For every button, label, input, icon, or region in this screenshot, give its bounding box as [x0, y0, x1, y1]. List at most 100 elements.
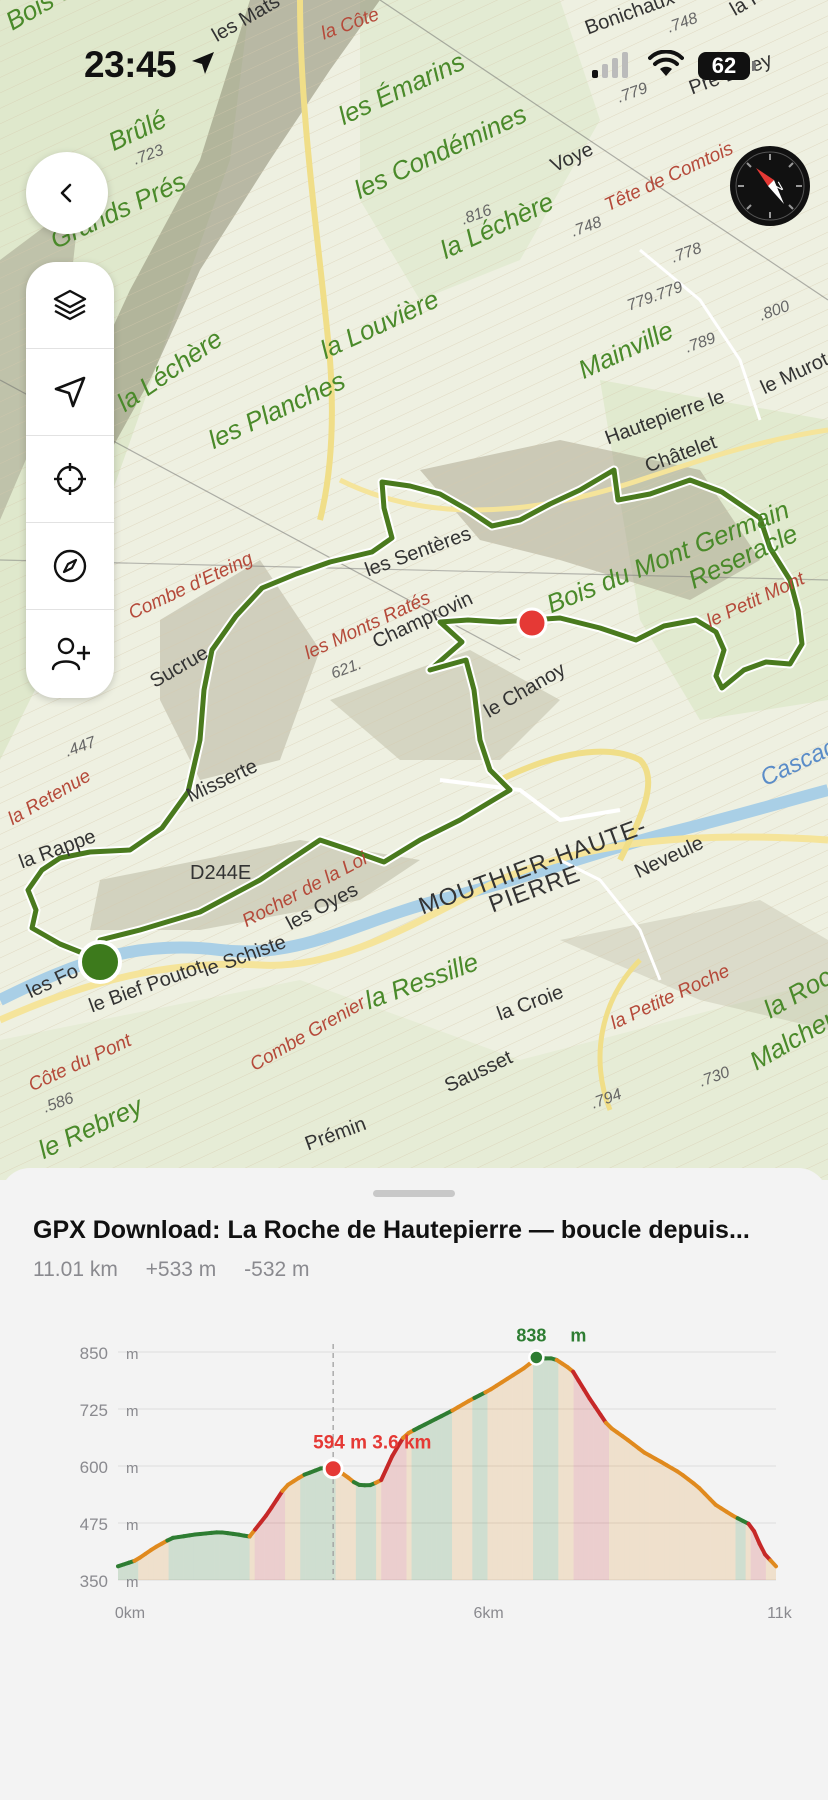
slope-band	[234, 1534, 240, 1580]
slope-band	[183, 1535, 189, 1580]
slope-band	[360, 1485, 367, 1580]
slope-band	[290, 1481, 296, 1580]
crosshair-icon	[54, 463, 86, 495]
slope-band	[219, 1532, 225, 1580]
chart-y-ticks: 850 m 725 m 600 m 475 m 350 m	[80, 1344, 139, 1591]
status-time: 23:45	[84, 44, 177, 85]
max-elevation-marker[interactable]	[528, 1349, 545, 1366]
slope-band	[396, 1444, 402, 1580]
slope-band	[517, 1370, 523, 1580]
slope-band	[173, 1537, 179, 1580]
slope-band	[548, 1358, 554, 1580]
location-arrow-icon	[192, 52, 214, 74]
slope-band	[710, 1501, 716, 1580]
slope-band	[614, 1431, 620, 1580]
slope-band	[588, 1401, 594, 1580]
slope-band	[553, 1359, 559, 1580]
slope-band	[477, 1395, 483, 1580]
slope-band	[568, 1369, 574, 1580]
slope-band	[649, 1456, 655, 1580]
slope-band	[695, 1486, 701, 1580]
slope-band	[264, 1513, 270, 1580]
slope-band	[340, 1474, 346, 1580]
slope-band	[578, 1384, 584, 1580]
battery-cap	[752, 61, 756, 71]
add-contact-button[interactable]	[26, 610, 114, 697]
slope-band	[163, 1541, 169, 1580]
slope-band	[563, 1366, 569, 1580]
map-view[interactable]: Bois de Houteles Matsla CôteBonichauxla …	[0, 0, 828, 1180]
slope-band	[371, 1483, 377, 1580]
slope-band	[705, 1496, 711, 1580]
slope-band	[285, 1485, 291, 1580]
slope-band	[472, 1397, 478, 1580]
north-compass-icon: N	[735, 151, 805, 221]
slope-band	[229, 1533, 235, 1580]
elevation-profile-chart[interactable]: 850 m 725 m 600 m 475 m 350 m 0km 6km 11k 594 m 3.6…	[0, 1316, 828, 1800]
slope-band	[624, 1439, 630, 1580]
chevron-left-icon	[60, 183, 72, 203]
track-distance: 11.01 km	[33, 1258, 118, 1281]
back-button[interactable]	[26, 152, 108, 234]
layers-button[interactable]	[26, 262, 114, 349]
slope-band	[659, 1462, 665, 1580]
slope-band	[593, 1408, 599, 1580]
current-position-marker[interactable]	[516, 607, 548, 639]
map-compass-button[interactable]: N	[730, 146, 810, 226]
wifi-icon	[648, 50, 684, 76]
position-marker-label: 594 m 3.6 km	[313, 1433, 431, 1454]
slope-band	[274, 1498, 280, 1580]
slope-band	[689, 1482, 696, 1580]
track-start-marker[interactable]	[78, 940, 122, 984]
y-tick-label: 475	[80, 1515, 108, 1534]
slope-band	[401, 1436, 407, 1580]
sheet-grabber[interactable]	[373, 1190, 455, 1197]
track-details-sheet[interactable]: GPX Download: La Roche de Hautepierre — …	[0, 1168, 828, 1800]
slope-band	[533, 1359, 539, 1580]
slope-band	[168, 1538, 174, 1580]
slope-band	[158, 1544, 164, 1580]
slope-band	[669, 1468, 675, 1580]
slope-band	[507, 1376, 513, 1580]
slope-band	[178, 1536, 184, 1580]
y-tick-unit: m	[126, 1574, 139, 1591]
slope-band	[603, 1423, 609, 1580]
y-tick-unit: m	[126, 1460, 139, 1477]
slope-band	[487, 1389, 493, 1580]
compass-mode-button[interactable]	[26, 523, 114, 610]
slope-band	[629, 1443, 635, 1580]
slope-band	[335, 1471, 341, 1580]
slope-band	[381, 1474, 387, 1580]
slope-band	[598, 1416, 604, 1580]
locate-me-button[interactable]	[26, 436, 114, 523]
slope-band	[447, 1411, 453, 1580]
slope-band	[467, 1400, 473, 1580]
slope-band	[259, 1520, 265, 1580]
max-elevation-label: 838	[516, 1325, 546, 1345]
slope-band	[204, 1533, 210, 1580]
slope-band	[269, 1506, 275, 1580]
slope-band	[583, 1393, 589, 1580]
slope-band	[502, 1380, 508, 1580]
y-tick-label: 850	[80, 1344, 108, 1363]
slope-band	[188, 1535, 194, 1580]
y-tick-unit: m	[126, 1517, 139, 1534]
slope-band	[457, 1406, 463, 1580]
y-tick-unit: m	[126, 1403, 139, 1420]
slope-band	[725, 1512, 731, 1580]
slope-band	[310, 1471, 316, 1580]
position-marker[interactable]	[322, 1458, 344, 1480]
slope-band	[315, 1469, 321, 1580]
track-descent: -532 m	[244, 1258, 310, 1281]
slope-band	[619, 1435, 625, 1580]
slope-band	[482, 1392, 488, 1580]
slope-band	[543, 1358, 549, 1580]
navigate-button[interactable]	[26, 349, 114, 436]
x-tick-label: 11k	[767, 1605, 793, 1622]
slope-band	[608, 1428, 615, 1580]
slope-band	[639, 1450, 645, 1580]
slope-band	[527, 1363, 534, 1580]
slope-band	[355, 1484, 361, 1580]
track-ascent: +533 m	[145, 1258, 217, 1281]
slope-band	[634, 1446, 640, 1580]
